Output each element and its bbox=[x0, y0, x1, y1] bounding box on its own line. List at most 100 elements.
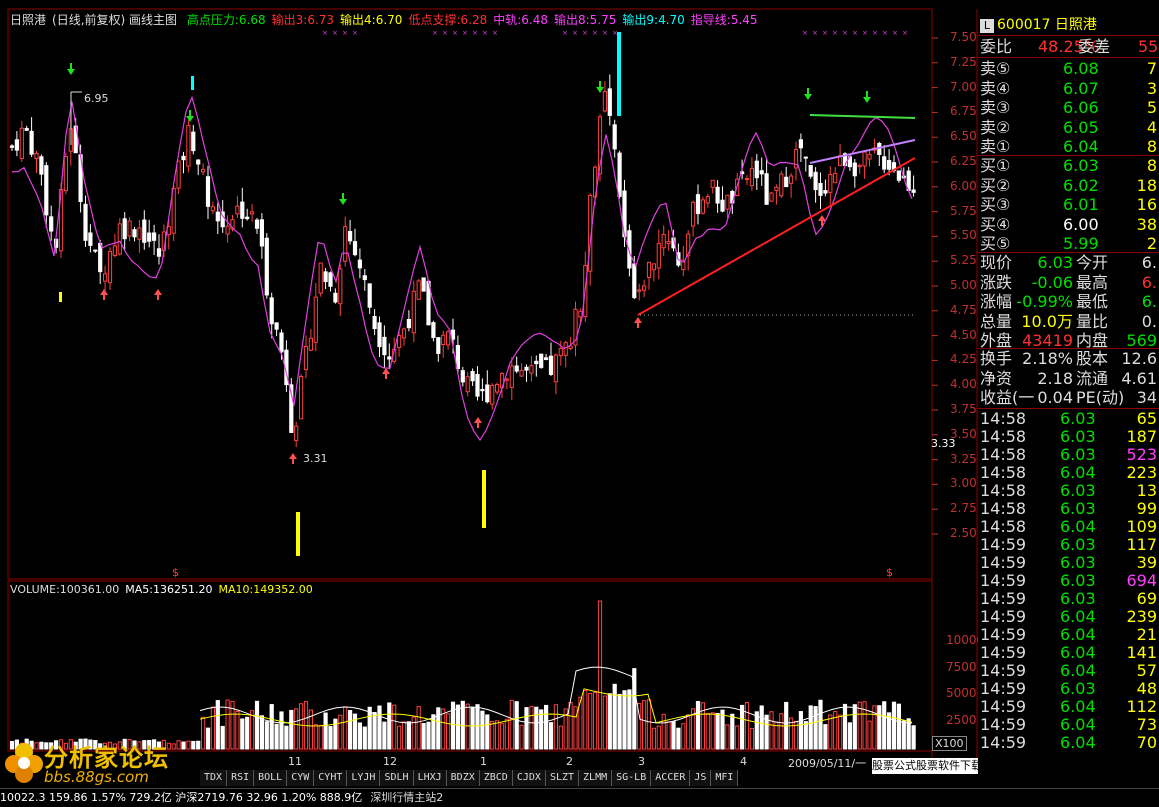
price-tick-label: 6.25 bbox=[950, 154, 977, 168]
indicator-tab[interactable]: CJDX bbox=[512, 770, 546, 786]
tick-volume: 523 bbox=[1126, 445, 1157, 464]
price-tick-label: 3.75 bbox=[950, 402, 977, 416]
indicator-tab[interactable]: MFI bbox=[711, 770, 739, 786]
volume-bar bbox=[852, 704, 857, 750]
volume-bar bbox=[681, 723, 686, 750]
weicha-value: 55 bbox=[1138, 37, 1159, 56]
volume-bar bbox=[813, 706, 818, 750]
indicator-tab[interactable]: JS bbox=[690, 770, 712, 786]
volume-bar bbox=[534, 706, 539, 750]
legend-item: 中轨:6.48 bbox=[493, 13, 548, 27]
status-item: 10022.3 159.86 1.57% 729.2亿 沪深2719.76 32… bbox=[0, 791, 363, 804]
cross-mark: × bbox=[492, 29, 498, 37]
fundamental-row: 收益(一 0.04 PE(动) 34 bbox=[978, 389, 1159, 407]
quote-label-2: 量比 bbox=[1076, 311, 1109, 331]
volume-bar bbox=[254, 700, 260, 750]
price-tick-label: 7.00 bbox=[950, 79, 977, 94]
price-tick-label: 4.00 bbox=[950, 377, 977, 392]
tick-time: 14:58 bbox=[980, 427, 1027, 446]
indicator-tabs: TDX RSI BOLL CYW CYHT LYJH SDLH LHXJ BDZX ZBCD CJD… bbox=[200, 770, 739, 786]
volume-bar bbox=[686, 714, 691, 750]
sell-arrow-icon bbox=[70, 63, 72, 70]
candle-body bbox=[607, 88, 612, 116]
indicator-tab[interactable]: SG-LB bbox=[612, 770, 652, 786]
candle-body bbox=[367, 283, 372, 308]
candle-body bbox=[83, 203, 88, 241]
indicator-tab[interactable]: BOLL bbox=[254, 770, 288, 786]
volume-bar bbox=[896, 703, 901, 750]
indicator-tab[interactable]: LYJH bbox=[347, 770, 381, 786]
volume-bar bbox=[842, 703, 848, 750]
volume-legend-item: VOLUME:100361.00 bbox=[10, 583, 120, 596]
candle-body bbox=[896, 170, 901, 181]
fundamental-label-2: 流通 bbox=[1076, 368, 1109, 388]
candle-body bbox=[245, 216, 250, 220]
indicator-tab[interactable]: TDX bbox=[200, 770, 228, 786]
candle-body bbox=[524, 366, 529, 371]
sell-arrow-icon bbox=[866, 91, 868, 98]
volume-bar bbox=[529, 705, 534, 750]
buy-volume: 8 bbox=[1146, 156, 1157, 175]
candle-body bbox=[19, 127, 24, 159]
candle-body bbox=[147, 232, 152, 242]
cross-mark: × bbox=[342, 29, 348, 37]
indicator-tab[interactable]: BDZX bbox=[446, 770, 480, 786]
candle-body bbox=[882, 156, 887, 170]
legend-item: 输出8:5.75 bbox=[553, 13, 617, 27]
volume-bar bbox=[823, 724, 828, 750]
volume-bar bbox=[539, 709, 544, 750]
tick-price: 6.04 bbox=[1060, 715, 1096, 734]
price-tick-label: 7.25 bbox=[950, 54, 977, 69]
volume-bar bbox=[318, 724, 323, 750]
volume-bar bbox=[671, 721, 676, 750]
tick-price: 6.04 bbox=[1060, 517, 1096, 536]
cross-mark: × bbox=[902, 29, 908, 37]
sell-price: 6.06 bbox=[1063, 98, 1099, 117]
cross-mark: × bbox=[482, 29, 488, 37]
market-badge: L bbox=[980, 19, 994, 33]
candle-body bbox=[695, 194, 701, 215]
month-label: 2 bbox=[566, 755, 573, 768]
indicator-tab[interactable]: RSI bbox=[227, 770, 255, 786]
volume-bar bbox=[328, 726, 333, 750]
sell-volume: 3 bbox=[1146, 78, 1157, 98]
volume-bar bbox=[205, 727, 211, 750]
indicator-tab[interactable]: CYW bbox=[287, 770, 315, 786]
indicator-tab[interactable]: ACCER bbox=[651, 770, 691, 786]
candle-body bbox=[828, 173, 833, 193]
volume-bar bbox=[274, 723, 279, 750]
volume-bar bbox=[740, 704, 745, 750]
tick-row: 14:59 6.03 48 bbox=[978, 680, 1159, 698]
chart-canvas[interactable]: × × × × × × × × × × × × × × × × × × × × × × × × × × × × $ $ bbox=[0, 0, 978, 770]
cross-mark: × bbox=[812, 29, 818, 37]
volume-bar bbox=[725, 724, 730, 750]
volume-bar bbox=[568, 701, 573, 750]
cross-mark: × bbox=[862, 29, 868, 37]
volume-bar bbox=[828, 714, 833, 750]
cross-mark: × bbox=[442, 29, 448, 37]
legend-item: 指导线:5.45 bbox=[690, 13, 758, 27]
volume-bar bbox=[284, 725, 289, 750]
sell-volume: 8 bbox=[1146, 137, 1157, 156]
indicator-tab[interactable]: ZLMM bbox=[579, 770, 613, 786]
indicator-tab[interactable]: ZBCD bbox=[479, 770, 513, 786]
volume-bar bbox=[259, 715, 264, 750]
chart-main-label: 画线主图 bbox=[129, 13, 178, 27]
sell-arrow-icon bbox=[807, 88, 809, 95]
tick-time: 14:58 bbox=[980, 409, 1027, 428]
panel-divider bbox=[978, 35, 1159, 36]
indicator-tab[interactable]: LHXJ bbox=[413, 770, 447, 786]
cross-mark: × bbox=[472, 29, 478, 37]
buy-arrow-icon bbox=[385, 373, 387, 379]
indicator-tab[interactable]: CYHT bbox=[314, 770, 348, 786]
tick-volume: 69 bbox=[1136, 589, 1157, 608]
candle-body bbox=[24, 128, 29, 131]
quote-row: 涨跌 -0.06 最高 6. bbox=[978, 273, 1159, 292]
indicator-tab[interactable]: SLZT bbox=[545, 770, 580, 786]
indicator-tab[interactable]: SDLH bbox=[380, 770, 414, 786]
volume-bars bbox=[9, 600, 916, 750]
candle-body bbox=[754, 160, 759, 179]
volume-bar bbox=[661, 713, 666, 750]
sell-label: 卖③ bbox=[980, 98, 1011, 117]
quote-value: 10.0万 bbox=[1021, 311, 1073, 331]
